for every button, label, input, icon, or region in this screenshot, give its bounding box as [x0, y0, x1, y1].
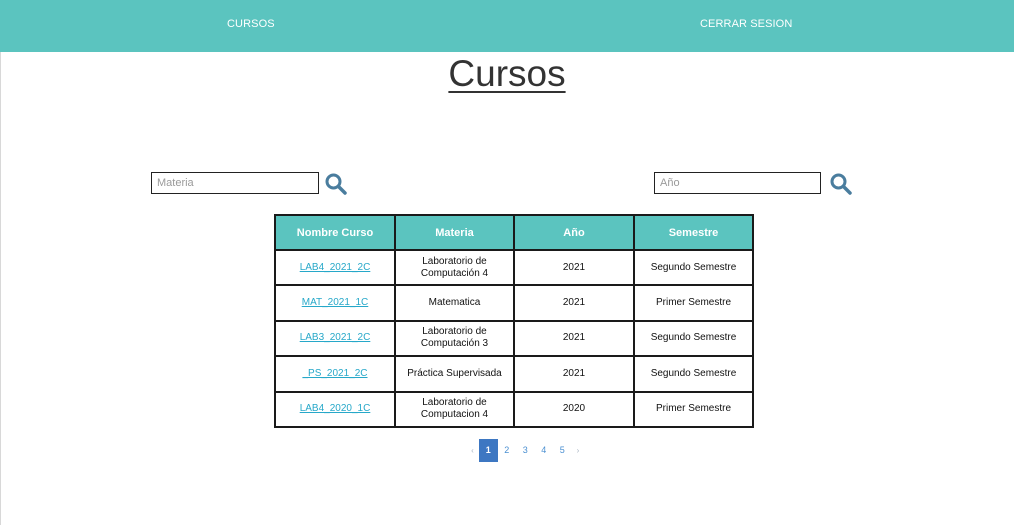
- table-row: _PS_2021_2C Práctica Supervisada 2021 Se…: [274, 355, 754, 393]
- header-semestre: Semestre: [633, 214, 754, 251]
- cell-materia: Matematica: [394, 284, 515, 322]
- cell-semestre: Primer Semestre: [633, 284, 754, 322]
- table-row: MAT_2021_1C Matematica 2021 Primer Semes…: [274, 284, 754, 322]
- cell-anio: 2020: [513, 390, 635, 428]
- course-link[interactable]: LAB4_2020_1C: [300, 403, 371, 414]
- cell-anio: 2021: [513, 248, 635, 287]
- cell-anio: 2021: [513, 284, 635, 322]
- table-row: LAB4_2021_2C Laboratorio de Computación …: [274, 248, 754, 287]
- table-row: LAB3_2021_2C Laboratorio de Computación …: [274, 319, 754, 358]
- search-icon: [830, 173, 852, 195]
- table-row: LAB4_2020_1C Laboratorio de Computacion …: [274, 390, 754, 428]
- table-header-row: Nombre Curso Materia Año Semestre: [274, 214, 754, 251]
- cell-semestre: Segundo Semestre: [633, 319, 754, 358]
- materia-search-input[interactable]: [151, 172, 319, 194]
- cell-anio: 2021: [513, 319, 635, 358]
- pagination-page-2[interactable]: 2: [498, 439, 517, 462]
- cell-materia: Laboratorio de Computación 3: [394, 319, 515, 358]
- anio-search-button[interactable]: [829, 172, 853, 196]
- cell-nombre-curso: LAB4_2021_2C: [274, 248, 396, 287]
- top-navbar: CURSOS CERRAR SESION: [0, 0, 1014, 52]
- pagination-page-1[interactable]: 1: [479, 439, 498, 462]
- cell-nombre-curso: MAT_2021_1C: [274, 284, 396, 322]
- search-icon: [325, 173, 347, 195]
- cell-materia: Laboratorio de Computación 4: [394, 248, 515, 287]
- course-link[interactable]: LAB4_2021_2C: [300, 262, 371, 273]
- course-link[interactable]: LAB3_2021_2C: [300, 332, 371, 343]
- course-link[interactable]: _PS_2021_2C: [302, 368, 367, 379]
- nav-cursos-link[interactable]: CURSOS: [227, 18, 275, 30]
- header-nombre-curso: Nombre Curso: [274, 214, 396, 251]
- cell-anio: 2021: [513, 355, 635, 393]
- pagination-page-4[interactable]: 4: [535, 439, 554, 462]
- pagination-page-3[interactable]: 3: [516, 439, 535, 462]
- header-anio: Año: [513, 214, 635, 251]
- cell-nombre-curso: LAB4_2020_1C: [274, 390, 396, 428]
- cell-materia: Laboratorio de Computacion 4: [394, 390, 515, 428]
- cell-materia: Práctica Supervisada: [394, 355, 515, 393]
- pagination-prev[interactable]: ‹: [466, 439, 479, 462]
- pagination-page-5[interactable]: 5: [553, 439, 572, 462]
- pagination-next[interactable]: ›: [572, 439, 585, 462]
- course-link[interactable]: MAT_2021_1C: [302, 297, 369, 308]
- materia-search-button[interactable]: [324, 172, 348, 196]
- cell-semestre: Segundo Semestre: [633, 248, 754, 287]
- header-materia: Materia: [394, 214, 515, 251]
- nav-logout-link[interactable]: CERRAR SESION: [700, 18, 792, 30]
- cell-nombre-curso: LAB3_2021_2C: [274, 319, 396, 358]
- page-title: Cursos: [448, 53, 566, 94]
- anio-search-input[interactable]: [654, 172, 821, 194]
- cell-semestre: Primer Semestre: [633, 390, 754, 428]
- cell-semestre: Segundo Semestre: [633, 355, 754, 393]
- courses-table: Nombre Curso Materia Año Semestre LAB4_2…: [274, 214, 754, 428]
- pagination: ‹ 1 2 3 4 5 ›: [466, 439, 585, 462]
- cell-nombre-curso: _PS_2021_2C: [274, 355, 396, 393]
